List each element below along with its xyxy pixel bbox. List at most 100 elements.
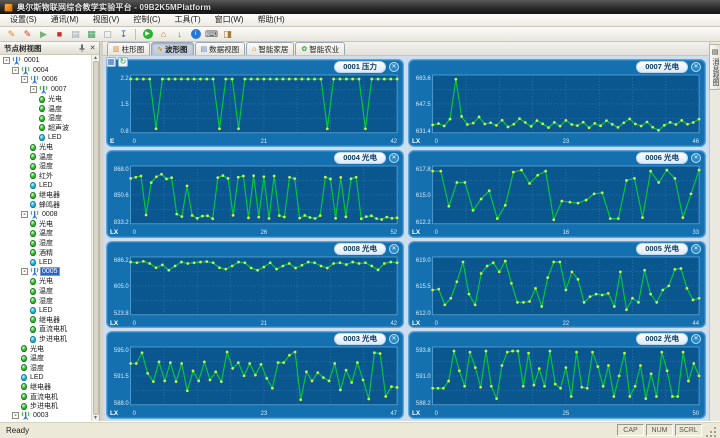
tree-leaf[interactable]: 蜂鸣器 bbox=[0, 200, 91, 210]
tree-node[interactable]: - 0006 bbox=[0, 75, 91, 85]
window-title: 奥尔斯物联网综合教学实验平台 - 09B2K5MPlatform bbox=[17, 2, 211, 12]
expand-icon[interactable]: - bbox=[12, 66, 19, 74]
tree-node[interactable]: - 0007 bbox=[0, 85, 91, 95]
tree-leaf[interactable]: 超声波 bbox=[0, 123, 91, 133]
tree-leaf[interactable]: 湿度 bbox=[0, 114, 91, 124]
menu-item[interactable]: 帮助(H) bbox=[251, 14, 292, 26]
panel-close-icon[interactable]: ✕ bbox=[389, 152, 399, 163]
tree-leaf[interactable]: 继电器 bbox=[0, 315, 91, 325]
refresh-icon[interactable]: ↻ bbox=[118, 57, 128, 67]
info-icon[interactable]: i bbox=[188, 28, 203, 41]
tree-label: 0003 bbox=[33, 412, 49, 420]
exit-door-icon[interactable]: ◨ bbox=[220, 28, 235, 41]
tree-leaf[interactable]: 继电器 bbox=[0, 190, 91, 200]
keyboard-icon[interactable]: ⌨ bbox=[204, 28, 219, 41]
download-node-icon[interactable]: ↧ bbox=[116, 28, 131, 41]
stop-icon[interactable]: ■ bbox=[52, 28, 67, 41]
tree-leaf[interactable]: 直流电机 bbox=[0, 392, 91, 402]
menu-item[interactable]: 视图(V) bbox=[86, 14, 127, 26]
menu-bar: 设置(S) 通讯(M) 视图(V) 控制(C) 工具(T) 窗口(W) 帮助(H) bbox=[0, 14, 720, 27]
svg-text:LX: LX bbox=[110, 319, 119, 326]
tree-leaf[interactable]: 温度 bbox=[0, 286, 91, 296]
tree-label: LED bbox=[39, 306, 53, 314]
tree-leaf[interactable]: 光电 bbox=[0, 277, 91, 287]
write-pen-icon[interactable]: ✎ bbox=[20, 28, 35, 41]
docked-panel-tab[interactable]: ▤ 消息视图 bbox=[709, 44, 720, 90]
expand-icon[interactable]: - bbox=[30, 86, 37, 94]
antenna-icon bbox=[39, 85, 48, 94]
tree-node[interactable]: - 0008 bbox=[0, 210, 91, 220]
tree-leaf[interactable]: 湿度 bbox=[0, 296, 91, 306]
panel-close-icon[interactable]: ✕ bbox=[691, 152, 701, 163]
expand-icon[interactable]: - bbox=[21, 210, 28, 218]
scroll-thumb[interactable] bbox=[92, 61, 99, 415]
tree-node[interactable]: - 0001 bbox=[0, 56, 91, 66]
tree-leaf[interactable]: 湿度 bbox=[0, 238, 91, 248]
tree-leaf[interactable]: 温度 bbox=[0, 104, 91, 114]
menu-item[interactable]: 通讯(M) bbox=[44, 14, 86, 26]
tree-leaf[interactable]: 温度 bbox=[0, 353, 91, 363]
tree-leaf[interactable]: 光电 bbox=[0, 344, 91, 354]
tree-leaf[interactable]: LED bbox=[0, 133, 91, 143]
tree-node[interactable]: - 0004 bbox=[0, 66, 91, 76]
tree-leaf[interactable]: 酒精 bbox=[0, 248, 91, 258]
expand-icon[interactable]: - bbox=[12, 412, 19, 420]
close-icon[interactable]: ✕ bbox=[88, 44, 97, 53]
start-monitor-icon[interactable]: ▶ bbox=[140, 28, 155, 41]
panel-close-icon[interactable]: ✕ bbox=[389, 243, 399, 254]
window-grid-icon[interactable]: ▦ bbox=[106, 57, 116, 67]
panel-close-icon[interactable]: ✕ bbox=[691, 334, 701, 345]
pin-icon[interactable] bbox=[77, 44, 86, 53]
tree-node[interactable]: - 0003 bbox=[0, 411, 91, 421]
tree-leaf[interactable]: 湿度 bbox=[0, 363, 91, 373]
smart-agriculture-icon: ✿ bbox=[301, 45, 308, 53]
tab-智能家居[interactable]: ⌂ 智能家居 bbox=[246, 42, 295, 55]
scroll-up-icon[interactable]: ▲ bbox=[93, 56, 98, 61]
expand-icon[interactable]: - bbox=[3, 57, 10, 65]
sidebar-scrollbar[interactable]: ▲ ▼ bbox=[91, 55, 99, 421]
tree-leaf[interactable]: LED bbox=[0, 257, 91, 267]
expand-icon[interactable]: - bbox=[21, 268, 28, 276]
resize-grip[interactable] bbox=[705, 425, 718, 438]
panel-close-icon[interactable]: ✕ bbox=[691, 62, 701, 72]
play-icon[interactable]: ▶ bbox=[36, 28, 51, 41]
tree-label: 0006 bbox=[42, 76, 58, 84]
tree-leaf[interactable]: LED bbox=[0, 181, 91, 191]
tree-leaf[interactable]: 温度 bbox=[0, 152, 91, 162]
panel-close-icon[interactable]: ✕ bbox=[389, 334, 399, 345]
tree-leaf[interactable]: 光电 bbox=[0, 142, 91, 152]
edit-pen-icon[interactable]: ✎ bbox=[4, 28, 19, 41]
home-icon[interactable]: ⌂ bbox=[156, 28, 171, 41]
svg-text:615.5: 615.5 bbox=[416, 283, 431, 289]
down-arrow-icon[interactable]: ↓ bbox=[172, 28, 187, 41]
tab-智能农业[interactable]: ✿ 智能农业 bbox=[295, 42, 346, 55]
tree-leaf[interactable]: 湿度 bbox=[0, 162, 91, 172]
layout-window-icon[interactable]: ▢ bbox=[100, 28, 115, 41]
tree-leaf[interactable]: 红外 bbox=[0, 171, 91, 181]
tree-leaf[interactable]: 光电 bbox=[0, 219, 91, 229]
menu-item[interactable]: 窗口(W) bbox=[208, 14, 251, 26]
scroll-down-icon[interactable]: ▼ bbox=[93, 416, 98, 421]
expand-icon[interactable]: - bbox=[21, 76, 28, 84]
export-window-icon[interactable]: ▤ bbox=[68, 28, 83, 41]
tree-leaf[interactable]: 继电器 bbox=[0, 382, 91, 392]
tree-leaf[interactable]: 步进电机 bbox=[0, 334, 91, 344]
tree-leaf[interactable]: LED bbox=[0, 373, 91, 383]
menu-item[interactable]: 设置(S) bbox=[3, 14, 44, 26]
tab-数据视图[interactable]: ▤ 数据视图 bbox=[194, 42, 246, 55]
panel-close-icon[interactable]: ✕ bbox=[389, 62, 399, 72]
bulb-cyan-icon bbox=[30, 335, 36, 343]
svg-text:0: 0 bbox=[435, 411, 439, 417]
image-view-icon[interactable]: ▦ bbox=[84, 28, 99, 41]
tree-leaf[interactable]: 直流电机 bbox=[0, 325, 91, 335]
tree-leaf[interactable]: 光电 bbox=[0, 94, 91, 104]
panel-close-icon[interactable]: ✕ bbox=[691, 243, 701, 254]
tree-leaf[interactable]: 步进电机 bbox=[0, 401, 91, 411]
menu-item[interactable]: 控制(C) bbox=[126, 14, 167, 26]
tree-leaf[interactable]: LED bbox=[0, 305, 91, 315]
tree-node[interactable]: - 0005 bbox=[0, 267, 91, 277]
tab-波形图[interactable]: ∿ 波形图 bbox=[151, 42, 194, 55]
menu-item[interactable]: 工具(T) bbox=[167, 14, 207, 26]
tab-柱形图[interactable]: ▥ 柱形图 bbox=[107, 42, 151, 55]
tree-leaf[interactable]: 温度 bbox=[0, 229, 91, 239]
